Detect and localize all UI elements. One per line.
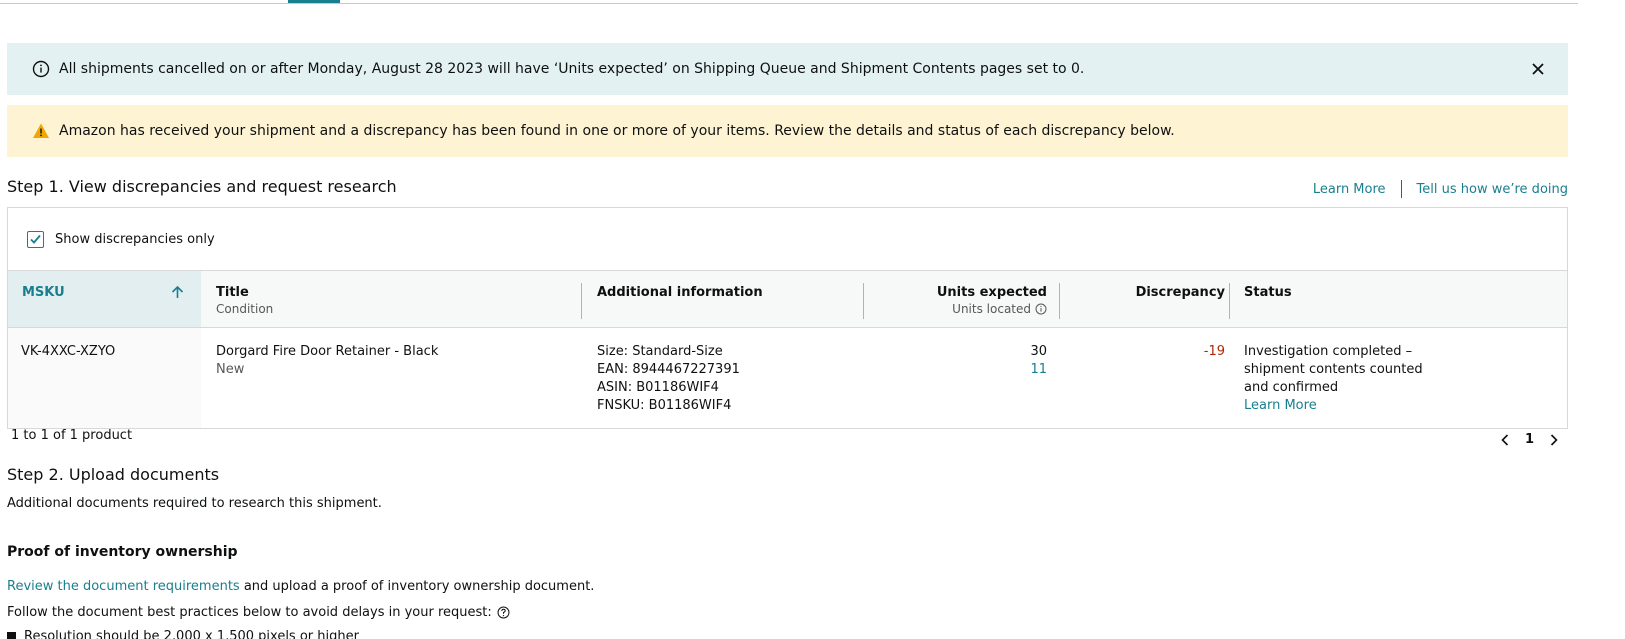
step2-description: Additional documents required to researc…	[7, 496, 382, 511]
status-text-line: shipment contents counted	[1244, 362, 1423, 377]
status-header-label: Status	[1244, 285, 1292, 300]
status-text-line: and confirmed	[1244, 380, 1339, 395]
info-circle-icon	[32, 60, 50, 78]
status-learn-more-link[interactable]: Learn More	[1244, 397, 1423, 415]
status-column-header: Status	[8, 271, 1567, 327]
show-discrepancies-label[interactable]: Show discrepancies only	[55, 232, 215, 247]
discrepancy-panel: Show discrepancies only MSKU Title Condi…	[7, 207, 1568, 429]
best-practice-text: Resolution should be 2,000 x 1,500 pixel…	[24, 629, 359, 639]
feedback-link[interactable]: Tell us how we’re doing	[1417, 182, 1568, 197]
warning-banner: Amazon has received your shipment and a …	[7, 105, 1568, 157]
additional-info-cell: Size: Standard-Size EAN: 8944467227391 A…	[597, 343, 740, 415]
top-divider	[0, 3, 1578, 4]
info-banner-text: All shipments cancelled on or after Mond…	[59, 61, 1085, 77]
status-text-line: Investigation completed –	[1244, 344, 1413, 359]
table-row: VK-4XXC-XZYO Dorgard Fire Door Retainer …	[8, 328, 1567, 428]
bullet-marker	[7, 632, 16, 639]
best-practices-line: Follow the document best practices below…	[7, 605, 510, 620]
step1-links: Learn More Tell us how we’re doing	[1313, 180, 1568, 198]
link-divider	[1400, 180, 1402, 198]
status-cell: Investigation completed – shipment conte…	[1244, 343, 1423, 415]
discrepancy-value: -19	[1203, 344, 1225, 359]
product-title: Dorgard Fire Door Retainer - Black	[216, 344, 439, 359]
info-banner: All shipments cancelled on or after Mond…	[7, 43, 1568, 95]
proof-instructions: Review the document requirements and upl…	[7, 579, 594, 594]
product-ean: EAN: 8944467227391	[597, 362, 740, 377]
pagination-summary: 1 to 1 of 1 product	[11, 428, 133, 443]
product-fnsku: FNSKU: B01186WIF4	[597, 398, 732, 413]
checkmark-icon	[30, 234, 41, 244]
proof-instructions-text: and upload a proof of inventory ownershi…	[239, 579, 595, 594]
page-number[interactable]: 1	[1525, 432, 1534, 447]
warning-triangle-icon	[33, 123, 49, 138]
step1-title: Step 1. View discrepancies and request r…	[7, 177, 397, 196]
best-practices-text: Follow the document best practices below…	[7, 605, 492, 620]
document-requirements-link[interactable]: Review the document requirements	[7, 579, 240, 594]
chevron-left-icon	[1501, 433, 1509, 446]
product-condition: New	[216, 362, 245, 377]
best-practice-item: Resolution should be 2,000 x 1,500 pixel…	[7, 629, 359, 639]
learn-more-link[interactable]: Learn More	[1313, 182, 1386, 197]
step2-title: Step 2. Upload documents	[7, 465, 220, 484]
title-cell: Dorgard Fire Door Retainer - Black New	[216, 343, 438, 379]
table-header: MSKU Title Condition Additional informat…	[8, 270, 1567, 328]
warning-banner-text: Amazon has received your shipment and a …	[59, 123, 1175, 139]
product-asin: ASIN: B01186WIF4	[597, 380, 719, 395]
help-circle-icon[interactable]	[497, 606, 510, 619]
units-cell: 30 11	[1030, 343, 1047, 379]
show-discrepancies-checkbox[interactable]	[27, 230, 44, 248]
proof-of-ownership-title: Proof of inventory ownership	[7, 544, 238, 560]
previous-page-button[interactable]	[1499, 433, 1511, 447]
close-icon[interactable]	[1530, 61, 1546, 77]
chevron-right-icon	[1550, 433, 1558, 446]
pagination: 1	[1499, 432, 1560, 447]
units-located-link[interactable]: 11	[1030, 361, 1047, 379]
active-tab-indicator	[288, 0, 340, 3]
product-size: Size: Standard-Size	[597, 344, 723, 359]
next-page-button[interactable]	[1548, 433, 1560, 447]
msku-cell: VK-4XXC-XZYO	[21, 344, 116, 359]
filter-row: Show discrepancies only	[8, 208, 1567, 270]
units-expected-value: 30	[1030, 344, 1047, 359]
